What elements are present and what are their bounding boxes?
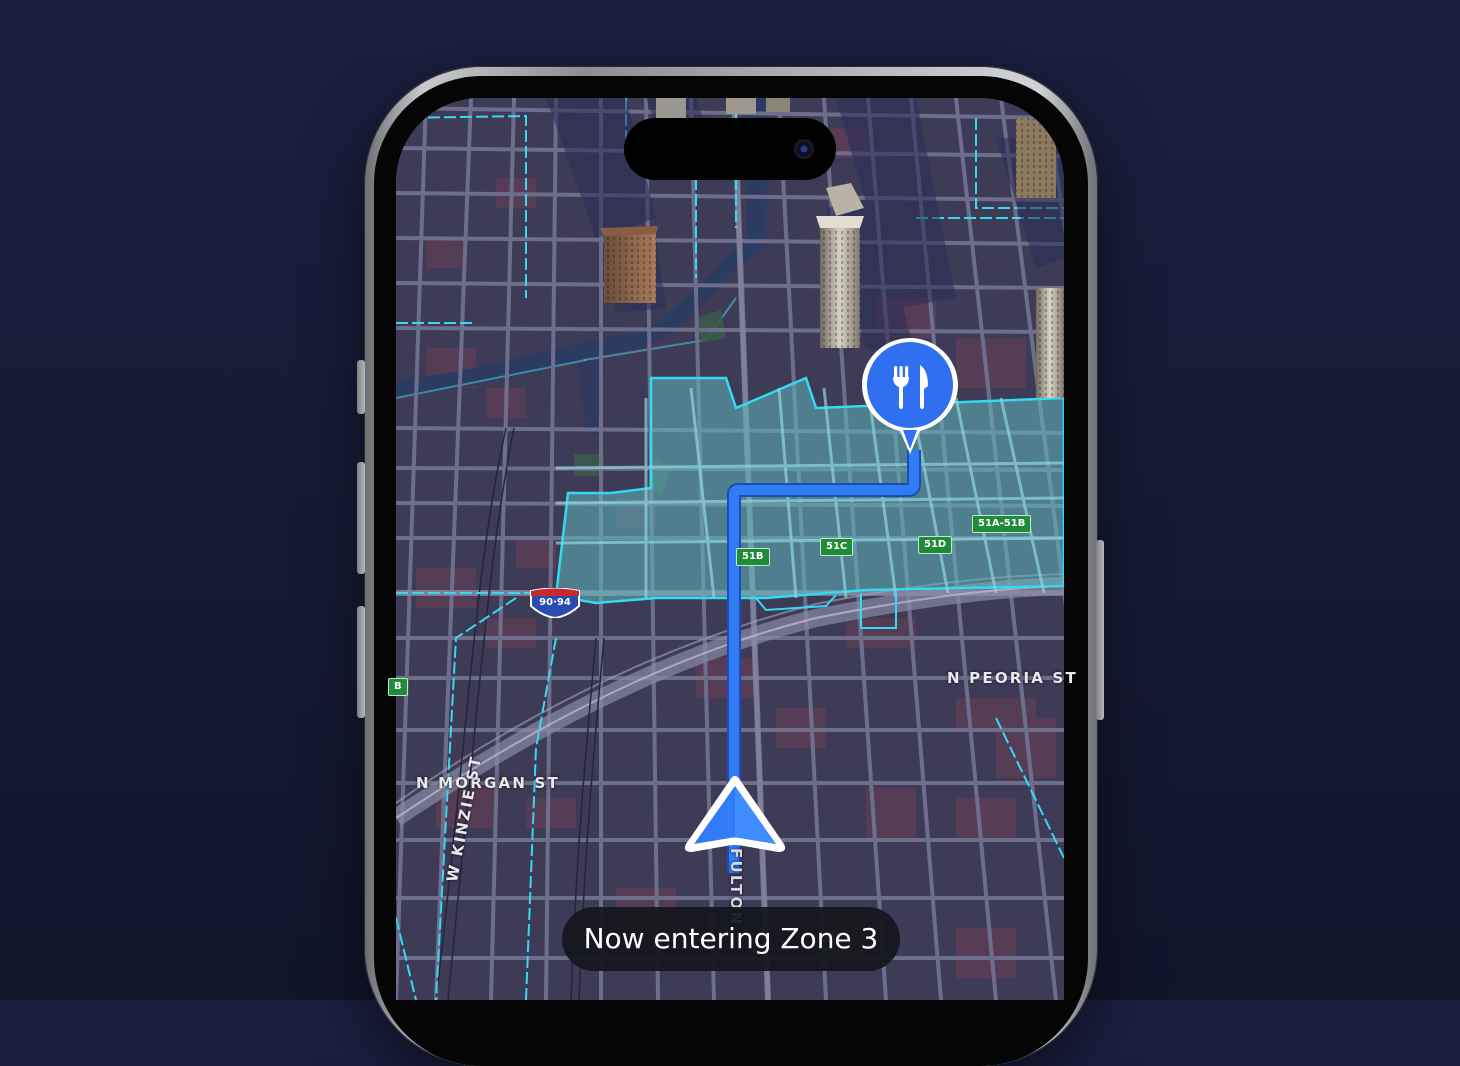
navigation-arrow-icon (684, 776, 786, 852)
interstate-shield-label: 90·94 (539, 597, 571, 608)
action-button (357, 360, 365, 414)
exit-sign: 51D (918, 536, 953, 554)
street-label-morgan: N MORGAN ST (416, 774, 560, 792)
front-camera-icon (794, 139, 814, 159)
volume-down-button (357, 606, 365, 718)
street-label-peoria: N PEORIA ST (947, 669, 1078, 687)
exit-sign: 51B (736, 548, 770, 566)
exit-sign: B (388, 678, 408, 696)
exit-sign: 51A-51B (972, 515, 1032, 533)
exit-sign: 51C (820, 538, 854, 556)
zone-entry-toast: Now entering Zone 3 (562, 907, 900, 971)
power-button (1096, 540, 1104, 720)
restaurant-pin-icon[interactable] (856, 334, 964, 458)
volume-up-button (357, 462, 365, 574)
